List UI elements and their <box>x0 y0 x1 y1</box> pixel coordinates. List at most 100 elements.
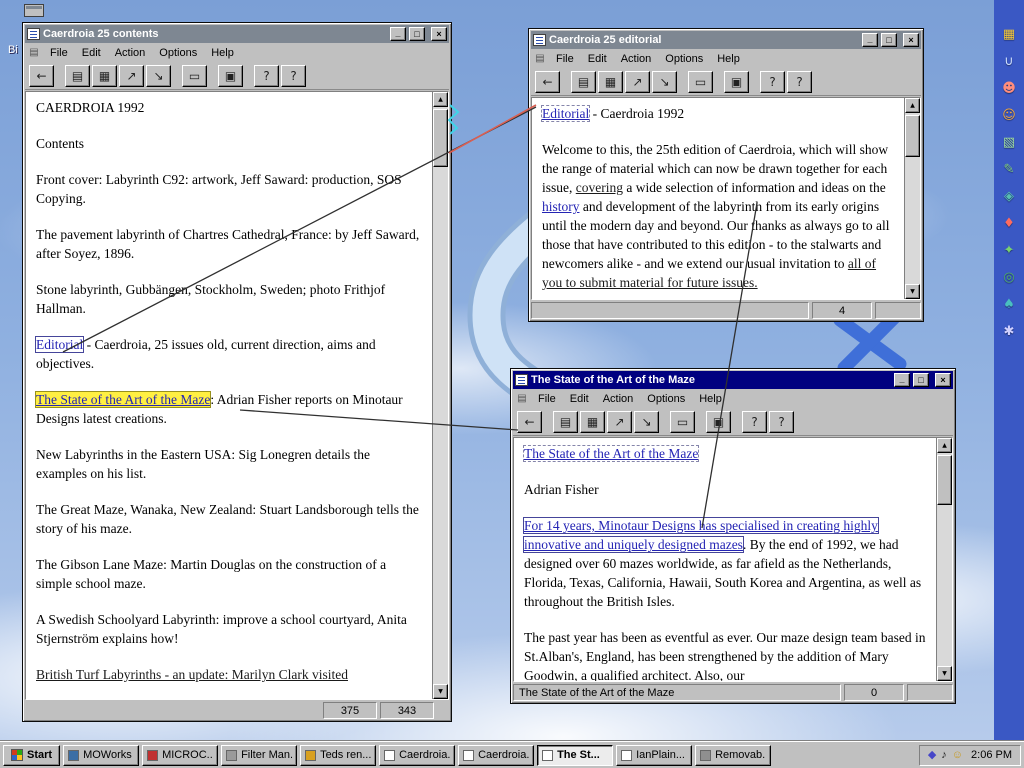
help-button[interactable]: ? <box>254 65 279 87</box>
show-links-button[interactable]: ↘ <box>652 71 677 93</box>
taskbar-button-microcosm[interactable]: MICROC... <box>142 745 218 766</box>
menu-help[interactable]: Help <box>710 51 747 67</box>
close-button[interactable]: × <box>935 373 951 387</box>
taskbar-button-caerdroia-2[interactable]: Caerdroia... <box>458 745 534 766</box>
tool-icon-2[interactable]: ∪ <box>999 51 1020 71</box>
tool-icon-5[interactable]: ▧ <box>999 132 1020 152</box>
taskbar-button-ianplain[interactable]: IanPlain... <box>616 745 692 766</box>
menu-edit[interactable]: Edit <box>563 391 596 407</box>
tool-icon-4[interactable]: ☺ <box>999 105 1020 125</box>
context-help-button[interactable]: ? <box>281 65 306 87</box>
tool-icon-12[interactable]: ✱ <box>999 321 1020 341</box>
menu-action[interactable]: Action <box>108 45 153 61</box>
copy-button[interactable]: ▣ <box>724 71 749 93</box>
start-button[interactable]: Start <box>3 745 60 766</box>
show-links-button[interactable]: ↘ <box>634 411 659 433</box>
follow-link-button[interactable]: ↗ <box>607 411 632 433</box>
maximize-button[interactable]: □ <box>409 27 425 41</box>
editorial-link[interactable]: Editorial <box>36 337 83 352</box>
vertical-scrollbar[interactable]: ▲ ▼ <box>432 92 448 699</box>
context-help-button[interactable]: ? <box>769 411 794 433</box>
follow-link-button[interactable]: ↗ <box>119 65 144 87</box>
pages-link-button[interactable]: ▦ <box>580 411 605 433</box>
back-button[interactable]: ← <box>517 411 542 433</box>
tray-network-icon[interactable]: ◆ <box>928 750 936 761</box>
menu-edit[interactable]: Edit <box>75 45 108 61</box>
maximize-button[interactable]: □ <box>881 33 897 47</box>
minimize-button[interactable]: _ <box>894 373 910 387</box>
menu-action[interactable]: Action <box>614 51 659 67</box>
tool-icon-9[interactable]: ✦ <box>999 240 1020 260</box>
pages-link-button[interactable]: ▦ <box>598 71 623 93</box>
state-heading-link[interactable]: The State of the Art of the Maze <box>524 446 698 461</box>
clock[interactable]: 2:06 PM <box>971 749 1012 761</box>
menu-action[interactable]: Action <box>596 391 641 407</box>
open-button[interactable]: ▭ <box>688 71 713 93</box>
titlebar[interactable]: The State of the Art of the Maze _ □ × <box>513 371 953 389</box>
pages-link-button[interactable]: ▦ <box>92 65 117 87</box>
tool-icon-11[interactable]: ♠ <box>999 294 1020 314</box>
tool-icon-8[interactable]: ♦ <box>999 213 1020 233</box>
close-button[interactable]: × <box>903 33 919 47</box>
scroll-up-button[interactable]: ▲ <box>433 92 448 107</box>
taskbar-button-filter-manager[interactable]: Filter Man... <box>221 745 297 766</box>
state-of-the-art-link[interactable]: The State of the Art of the Maze <box>36 392 210 407</box>
open-button[interactable]: ▭ <box>182 65 207 87</box>
scrollbar-thumb[interactable] <box>433 109 448 167</box>
menu-edit[interactable]: Edit <box>581 51 614 67</box>
history-link[interactable]: history <box>542 199 580 214</box>
pages-button[interactable]: ▤ <box>571 71 596 93</box>
scroll-down-button[interactable]: ▼ <box>433 684 448 699</box>
titlebar[interactable]: Caerdroia 25 contents _ □ × <box>25 25 449 43</box>
maximize-button[interactable]: □ <box>913 373 929 387</box>
scrollbar-thumb[interactable] <box>905 115 920 157</box>
close-button[interactable]: × <box>431 27 447 41</box>
minimize-button[interactable]: _ <box>862 33 878 47</box>
taskbar-button-the-state[interactable]: The St... <box>537 745 613 766</box>
scroll-down-button[interactable]: ▼ <box>905 284 920 299</box>
tool-icon-6[interactable]: ✎ <box>999 159 1020 179</box>
pages-button[interactable]: ▤ <box>65 65 90 87</box>
tool-icon-3[interactable]: ☻ <box>999 78 1020 98</box>
minimize-button[interactable]: _ <box>390 27 406 41</box>
open-button[interactable]: ▭ <box>670 411 695 433</box>
help-button[interactable]: ? <box>760 71 785 93</box>
titlebar[interactable]: Caerdroia 25 editorial _ □ × <box>531 31 921 49</box>
editorial-heading-link[interactable]: Editorial <box>542 106 589 121</box>
help-button[interactable]: ? <box>742 411 767 433</box>
tool-icon-7[interactable]: ◈ <box>999 186 1020 206</box>
scroll-up-button[interactable]: ▲ <box>937 438 952 453</box>
context-help-button[interactable]: ? <box>787 71 812 93</box>
covering-link[interactable]: covering <box>576 180 623 195</box>
back-button[interactable]: ← <box>535 71 560 93</box>
menu-help[interactable]: Help <box>692 391 729 407</box>
menu-options[interactable]: Options <box>152 45 204 61</box>
menu-options[interactable]: Options <box>640 391 692 407</box>
minimized-window-icon[interactable] <box>24 4 44 17</box>
taskbar-button-removable[interactable]: Removab... <box>695 745 771 766</box>
taskbar-button-teds[interactable]: Teds ren... <box>300 745 376 766</box>
british-turf-link[interactable]: British Turf Labyrinths - an update: Mar… <box>36 667 348 682</box>
pages-button[interactable]: ▤ <box>553 411 578 433</box>
taskbar-button-caerdroia-1[interactable]: Caerdroia... <box>379 745 455 766</box>
copy-button[interactable]: ▣ <box>218 65 243 87</box>
copy-button[interactable]: ▣ <box>706 411 731 433</box>
menu-help[interactable]: Help <box>204 45 241 61</box>
follow-link-button[interactable]: ↗ <box>625 71 650 93</box>
menu-options[interactable]: Options <box>658 51 710 67</box>
taskbar-button-moworks[interactable]: MOWorks <box>63 745 139 766</box>
scrollbar-thumb[interactable] <box>937 455 952 505</box>
vertical-scrollbar[interactable]: ▲ ▼ <box>904 98 920 299</box>
tray-volume-icon[interactable]: ♪ <box>941 750 947 761</box>
tool-icon-10[interactable]: ◎ <box>999 267 1020 287</box>
scroll-up-button[interactable]: ▲ <box>905 98 920 113</box>
show-links-button[interactable]: ↘ <box>146 65 171 87</box>
menu-file[interactable]: File <box>531 391 563 407</box>
menu-file[interactable]: File <box>549 51 581 67</box>
back-button[interactable]: ← <box>29 65 54 87</box>
menu-file[interactable]: File <box>43 45 75 61</box>
tool-icon-1[interactable]: ▦ <box>999 24 1020 44</box>
scroll-down-button[interactable]: ▼ <box>937 666 952 681</box>
vertical-scrollbar[interactable]: ▲ ▼ <box>936 438 952 681</box>
tray-user-icon[interactable]: ☺ <box>952 750 963 761</box>
